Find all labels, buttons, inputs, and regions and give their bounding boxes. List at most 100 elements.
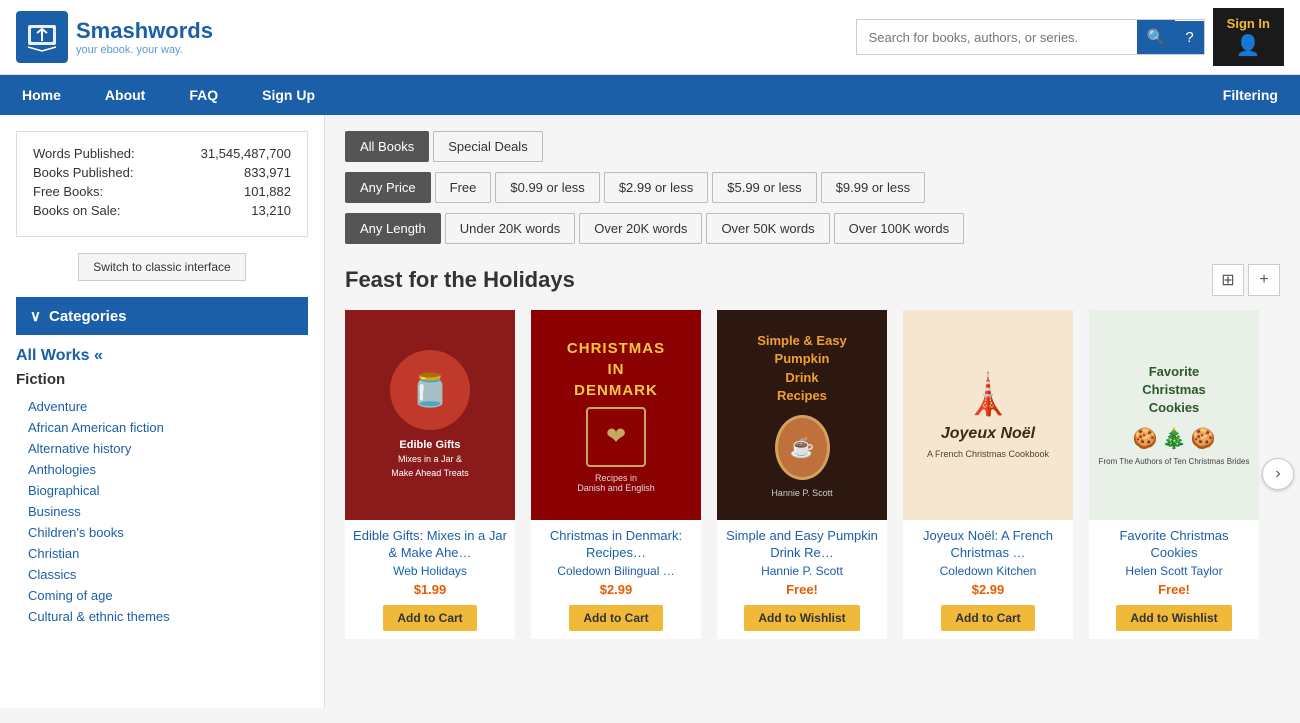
- length-filter-row: Any Length Under 20K words Over 20K word…: [345, 213, 1280, 244]
- price-free[interactable]: Free: [435, 172, 492, 203]
- price-599[interactable]: $5.99 or less: [712, 172, 816, 203]
- next-button[interactable]: ›: [1262, 458, 1294, 490]
- nav-faq[interactable]: FAQ: [167, 75, 240, 115]
- sidebar: Words Published: 31,545,487,700 Books Pu…: [0, 115, 325, 708]
- book-cover-3: Simple & EasyPumpkinDrinkRecipes ☕ Hanni…: [717, 310, 887, 520]
- book-price-5: Free!: [1089, 582, 1259, 597]
- content-area: All Books Special Deals Any Price Free $…: [325, 115, 1300, 708]
- cover-text-2: CHRISTMASINDENMARK: [567, 338, 665, 401]
- price-999[interactable]: $9.99 or less: [821, 172, 925, 203]
- length-under-20k[interactable]: Under 20K words: [445, 213, 575, 244]
- tab-special-deals[interactable]: Special Deals: [433, 131, 543, 162]
- length-over-20k[interactable]: Over 20K words: [579, 213, 702, 244]
- stat-sale-value: 13,210: [251, 203, 291, 218]
- grid-view-button[interactable]: ⊞: [1212, 264, 1244, 296]
- book-btn-3[interactable]: Add to Wishlist: [744, 605, 859, 631]
- nav-filtering[interactable]: Filtering: [1201, 75, 1300, 115]
- book-title-1[interactable]: Edible Gifts: Mixes in a Jar & Make Ahe…: [351, 528, 509, 562]
- logo-area: Smashwords your ebook. your way.: [16, 11, 213, 63]
- nav-home[interactable]: Home: [0, 75, 83, 115]
- cover-authors-5: From The Authors of Ten Christmas Brides: [1099, 457, 1250, 467]
- category-anthologies[interactable]: Anthologies: [28, 459, 308, 480]
- length-over-100k[interactable]: Over 100K words: [834, 213, 964, 244]
- search-button[interactable]: 🔍: [1137, 20, 1176, 54]
- cover-sub-4: A French Christmas Cookbook: [927, 449, 1049, 459]
- help-button[interactable]: ?: [1175, 21, 1203, 54]
- search-input[interactable]: [857, 22, 1137, 53]
- book-author-1[interactable]: Web Holidays: [351, 564, 509, 578]
- stat-free: Free Books: 101,882: [33, 184, 291, 199]
- cover-text-4: Joyeux Noël: [941, 424, 1035, 445]
- stat-words-label: Words Published:: [33, 146, 135, 161]
- price-299[interactable]: $2.99 or less: [604, 172, 708, 203]
- search-bar: 🔍 ?: [856, 19, 1205, 55]
- book-author-2[interactable]: Coledown Bilingual …: [537, 564, 695, 578]
- price-099[interactable]: $0.99 or less: [495, 172, 599, 203]
- length-any[interactable]: Any Length: [345, 213, 441, 244]
- category-classics[interactable]: Classics: [28, 564, 308, 585]
- category-christian[interactable]: Christian: [28, 543, 308, 564]
- book-title-2[interactable]: Christmas in Denmark: Recipes…: [537, 528, 695, 562]
- fiction-header: Fiction: [16, 371, 308, 388]
- book-cover-1: 🫙 Edible GiftsMixes in a Jar &Make Ahead…: [345, 310, 515, 520]
- stat-words-value: 31,545,487,700: [201, 146, 291, 161]
- book-card: 🗼 Joyeux Noël A French Christmas Cookboo…: [903, 310, 1073, 639]
- category-childrens[interactable]: Children's books: [28, 522, 308, 543]
- nav-about[interactable]: About: [83, 75, 167, 115]
- header: Smashwords your ebook. your way. 🔍 ? Sig…: [0, 0, 1300, 75]
- book-price-1: $1.99: [345, 582, 515, 597]
- signin-label: Sign In: [1227, 16, 1270, 31]
- signin-button[interactable]: Sign In 👤: [1213, 8, 1284, 66]
- tab-filter-row: All Books Special Deals: [345, 131, 1280, 162]
- stat-sale-label: Books on Sale:: [33, 203, 120, 218]
- book-author-5[interactable]: Helen Scott Taylor: [1095, 564, 1253, 578]
- book-btn-1[interactable]: Add to Cart: [383, 605, 476, 631]
- category-alt-history[interactable]: Alternative history: [28, 438, 308, 459]
- nav-signup[interactable]: Sign Up: [240, 75, 337, 115]
- book-cover-2: CHRISTMASINDENMARK ❤ Recipes inDanish an…: [531, 310, 701, 520]
- book-btn-4[interactable]: Add to Cart: [941, 605, 1034, 631]
- book-btn-2[interactable]: Add to Cart: [569, 605, 662, 631]
- all-works-link[interactable]: All Works «: [16, 347, 308, 365]
- category-adventure[interactable]: Adventure: [28, 396, 308, 417]
- book-cover-4: 🗼 Joyeux Noël A French Christmas Cookboo…: [903, 310, 1073, 520]
- book-btn-5[interactable]: Add to Wishlist: [1116, 605, 1231, 631]
- cover-author-3: Hannie P. Scott: [771, 488, 832, 498]
- stat-sale: Books on Sale: 13,210: [33, 203, 291, 218]
- logo-tagline: your ebook. your way.: [76, 44, 213, 56]
- book-card: FavoriteChristmasCookies 🍪 🎄 🍪 From The …: [1089, 310, 1259, 639]
- book-title-5[interactable]: Favorite Christmas Cookies: [1095, 528, 1253, 562]
- book-author-4[interactable]: Coledown Kitchen: [909, 564, 1067, 578]
- category-cultural[interactable]: Cultural & ethnic themes: [28, 606, 308, 627]
- brand-name: Smashwords: [76, 18, 213, 44]
- main-nav: Home About FAQ Sign Up Filtering: [0, 75, 1300, 115]
- tab-all-books[interactable]: All Books: [345, 131, 429, 162]
- length-over-50k[interactable]: Over 50K words: [706, 213, 829, 244]
- stat-books-value: 833,971: [244, 165, 291, 180]
- price-any[interactable]: Any Price: [345, 172, 431, 203]
- book-price-4: $2.99: [903, 582, 1073, 597]
- category-coming-of-age[interactable]: Coming of age: [28, 585, 308, 606]
- collapse-icon[interactable]: ∨: [30, 307, 41, 325]
- stats-box: Words Published: 31,545,487,700 Books Pu…: [16, 131, 308, 237]
- book-title-4[interactable]: Joyeux Noël: A French Christmas …: [909, 528, 1067, 562]
- logo-text: Smashwords your ebook. your way.: [76, 18, 213, 56]
- book-author-3[interactable]: Hannie P. Scott: [723, 564, 881, 578]
- book-title-3[interactable]: Simple and Easy Pumpkin Drink Re…: [723, 528, 881, 562]
- main-layout: Words Published: 31,545,487,700 Books Pu…: [0, 115, 1300, 708]
- book-price-3: Free!: [717, 582, 887, 597]
- add-view-button[interactable]: +: [1248, 264, 1280, 296]
- view-controls: ⊞ +: [1212, 264, 1280, 296]
- switch-interface-button[interactable]: Switch to classic interface: [78, 253, 245, 281]
- category-biographical[interactable]: Biographical: [28, 480, 308, 501]
- cover-text-3: Simple & EasyPumpkinDrinkRecipes: [757, 332, 847, 405]
- stat-words: Words Published: 31,545,487,700: [33, 146, 291, 161]
- price-filter-row: Any Price Free $0.99 or less $2.99 or le…: [345, 172, 1280, 203]
- categories-title: Categories: [49, 308, 127, 325]
- stat-books-label: Books Published:: [33, 165, 133, 180]
- cover-sub-2: Recipes inDanish and English: [577, 473, 655, 493]
- books-wrapper: 🫙 Edible GiftsMixes in a Jar &Make Ahead…: [345, 310, 1280, 639]
- category-african-american[interactable]: African American fiction: [28, 417, 308, 438]
- cover-text-5: FavoriteChristmasCookies: [1142, 363, 1206, 418]
- category-business[interactable]: Business: [28, 501, 308, 522]
